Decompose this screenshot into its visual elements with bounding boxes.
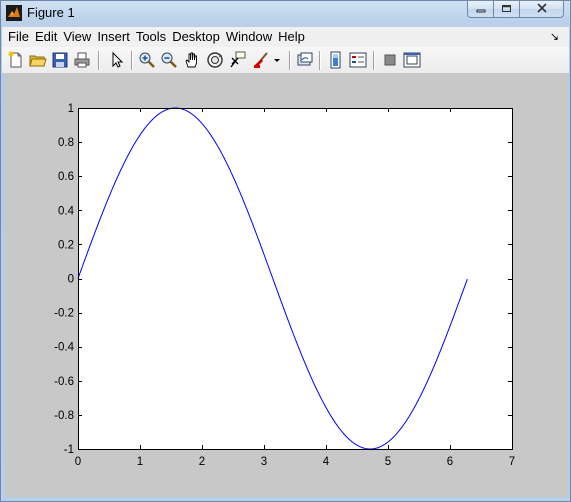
toolbar-separator [131,51,133,70]
menu-bar: File Edit View Insert Tools Desktop Wind… [2,27,569,47]
hide-plot-tools-icon[interactable] [381,51,399,69]
plot-svg: 0 1 2 3 4 5 6 7 1 0.8 0.6 0.4 0.2 0 -0.2 -0.4 -0.6 -0.8 -1 [54,103,515,468]
minimize-button[interactable] [467,1,494,18]
menu-tools[interactable]: Tools [130,27,166,47]
menu-insert[interactable]: Insert [91,27,130,47]
insert-legend-icon[interactable] [349,51,367,69]
y-tick-label: -1 [64,444,74,456]
toolbar-separator [319,51,321,70]
insert-colorbar-icon[interactable] [327,51,345,69]
menu-desktop[interactable]: Desktop [166,27,220,47]
x-tick-label: 7 [509,456,515,468]
brush-dropdown-icon[interactable] [272,51,282,69]
axes-background[interactable] [78,108,512,449]
zoom-in-icon[interactable] [138,51,156,69]
menu-help[interactable]: Help [272,27,305,47]
toolbar-separator [373,51,375,70]
save-figure-icon[interactable] [51,51,69,69]
toolbar-separator [98,51,100,70]
figure-canvas: 0 1 2 3 4 5 6 7 1 0.8 0.6 0.4 0.2 0 -0.2 -0.4 -0.6 -0.8 -1 [5,74,568,497]
x-tick-label: 4 [323,456,330,468]
y-tick-label: 0.4 [58,205,75,217]
figure-toolbar [2,47,569,74]
matlab-logo-icon [6,5,22,21]
new-figure-icon[interactable] [7,51,25,69]
title-bar[interactable]: Figure 1 [1,1,570,25]
y-tick-label: -0.6 [54,376,74,388]
brush-icon[interactable] [252,51,270,69]
menu-edit[interactable]: Edit [29,27,57,47]
link-plot-icon[interactable] [296,51,314,69]
edit-plot-arrow-icon[interactable] [108,51,126,69]
x-tick-label: 2 [199,456,205,468]
dock-arrow-icon[interactable]: ↘ [550,30,559,43]
x-tick-label: 6 [447,456,453,468]
maximize-icon [501,1,512,18]
print-figure-icon[interactable] [73,51,91,69]
y-tick-label: 0.2 [58,239,74,251]
x-tick-label: 3 [261,456,267,468]
minimize-icon [476,1,486,18]
window-title: Figure 1 [27,5,75,20]
y-tick-label: 0.6 [58,171,74,183]
menu-view[interactable]: View [57,27,91,47]
menu-file[interactable]: File [2,27,29,47]
x-tick-label: 0 [75,456,81,468]
open-file-icon[interactable] [29,51,47,69]
y-tick-label: -0.4 [54,342,74,354]
menu-window[interactable]: Window [220,27,272,47]
x-tick-label: 1 [137,456,143,468]
pan-hand-icon[interactable] [183,51,201,69]
show-plot-tools-icon[interactable] [403,51,421,69]
y-tick-label: -0.8 [54,410,74,422]
maximize-button[interactable] [494,1,520,18]
close-icon [536,1,548,18]
y-tick-label: 0.8 [58,137,74,149]
zoom-out-icon[interactable] [160,51,178,69]
y-tick-label: 1 [68,103,74,115]
rotate-3d-icon[interactable] [206,51,224,69]
figure-window: Figure 1 File Edit View Insert Tools Des… [0,0,571,502]
close-button[interactable] [520,1,564,18]
x-tick-label: 5 [385,456,391,468]
data-cursor-icon[interactable] [229,51,247,69]
y-tick-label: 0 [68,274,74,286]
toolbar-separator [289,51,291,70]
y-tick-label: -0.2 [54,308,74,320]
